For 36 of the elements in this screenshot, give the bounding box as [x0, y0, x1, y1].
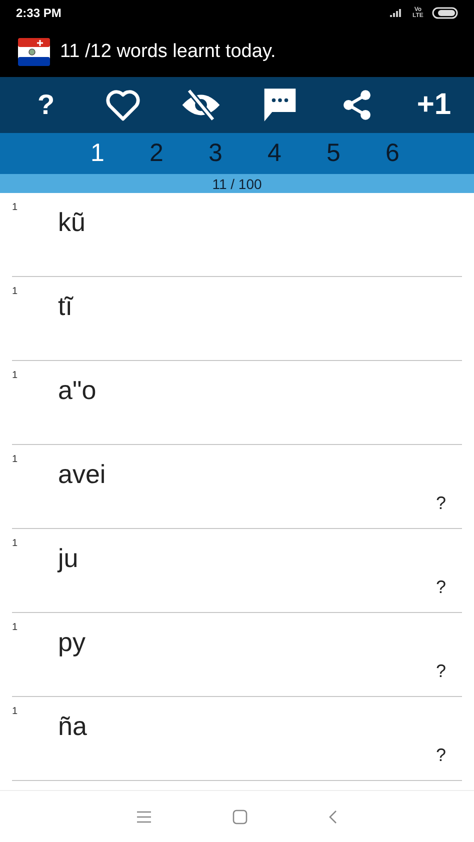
word-text: avei [58, 459, 106, 491]
back-icon[interactable] [328, 808, 338, 824]
signal-icon [390, 9, 404, 17]
word-text: py [58, 627, 86, 659]
word-row[interactable]: 1 tĩ [12, 277, 462, 361]
plus-one-button[interactable]: +1 [414, 83, 454, 127]
repeat-count: 1 [12, 454, 19, 467]
repeat-count: 1 [12, 370, 19, 383]
word-row[interactable]: 1 kũ [12, 193, 462, 277]
battery-icon [432, 7, 460, 19]
hint-mark: ? [436, 745, 446, 766]
word-text: ju [58, 543, 78, 575]
repeat-count: 1 [12, 202, 19, 215]
repeat-count: 1 [12, 538, 19, 551]
word-text: kũ [58, 207, 86, 239]
hint-mark: ? [436, 493, 446, 514]
word-text: ña [58, 711, 87, 743]
word-row[interactable]: 1 avei ? [12, 445, 462, 529]
menu-icon[interactable] [136, 810, 152, 822]
repeat-count: 1 [12, 286, 19, 299]
hint-mark: ? [436, 577, 446, 598]
word-row[interactable]: 1 ju ? [12, 529, 462, 613]
word-row[interactable]: 1 py ? [12, 613, 462, 697]
word-text: a"o [58, 375, 96, 407]
word-row[interactable]: 1 a"o [12, 361, 462, 445]
help-button[interactable]: ? [26, 83, 66, 127]
level-tab[interactable]: 1 [68, 139, 127, 168]
repeat-count: 1 [12, 622, 19, 635]
word-row[interactable]: 1 ña ? [12, 697, 462, 781]
clock: 2:33 PM [16, 6, 62, 20]
word-text: tĩ [58, 291, 72, 323]
repeat-count: 1 [12, 706, 19, 719]
header-title: 11 /12 words learnt today. [60, 40, 276, 62]
flag-icon [18, 38, 50, 66]
home-icon[interactable] [232, 808, 248, 824]
hint-mark: ? [436, 661, 446, 682]
